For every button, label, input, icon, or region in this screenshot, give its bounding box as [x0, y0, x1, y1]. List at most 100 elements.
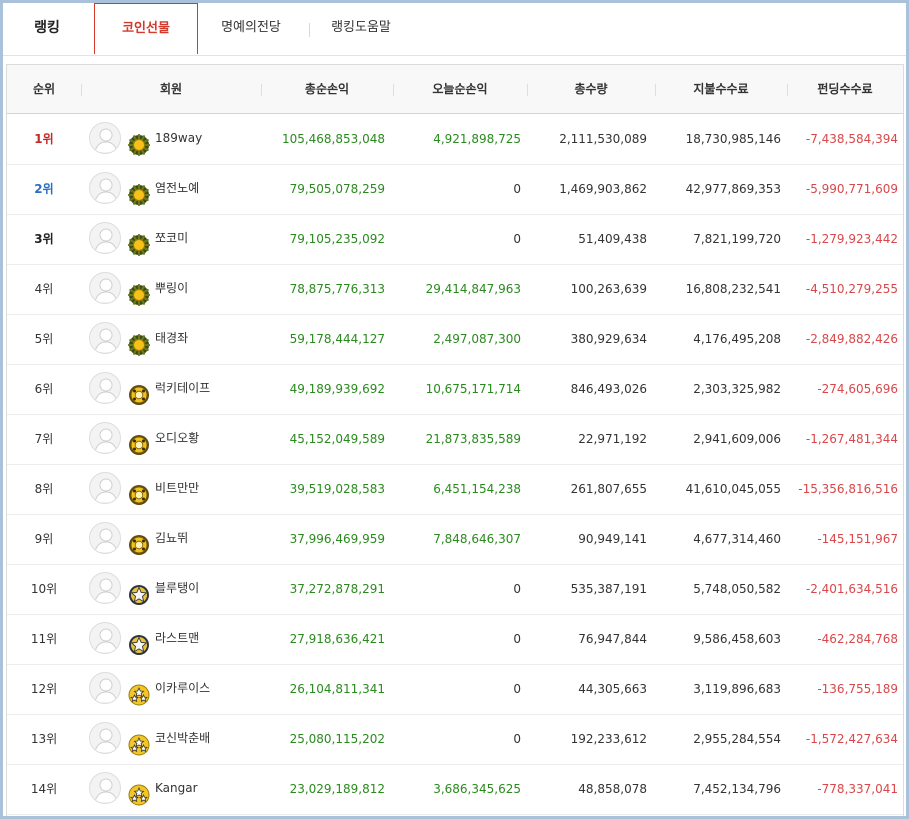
- member-name[interactable]: 189way: [155, 114, 202, 162]
- total-quantity-cell: 535,387,191: [570, 582, 647, 596]
- table-row[interactable]: 8위 비트만만 39,519,028,583 6,451,154,238 261,807…: [7, 464, 903, 515]
- member-cell[interactable]: 오디오황: [89, 414, 269, 464]
- total-pnl-cell: 39,519,028,583: [289, 482, 385, 496]
- avatar-icon: [89, 272, 121, 304]
- fee-paid-cell: 3,119,896,683: [693, 682, 781, 696]
- table-row[interactable]: 2위 염전노예 79,505,078,259 0 1,469,903,862 42,977…: [7, 164, 903, 215]
- rank-cell: 11위: [30, 632, 58, 646]
- member-name[interactable]: 이카루이스: [155, 664, 210, 712]
- member-cell[interactable]: 비트만만: [89, 464, 269, 514]
- table-row[interactable]: 1위 189way 105,468,853,048 4,921,898,725 2,11…: [7, 114, 903, 165]
- member-cell[interactable]: 코신박춘배: [89, 714, 269, 764]
- member-cell[interactable]: 189way: [89, 114, 269, 164]
- rank-cell: 12위: [30, 682, 58, 696]
- table-header: 순위 회원 총순손익 오늘순손익 총수량 지불수수료 펀딩수수료: [7, 65, 903, 114]
- funding-fee-cell: -1,279,923,442: [805, 232, 898, 246]
- total-pnl-cell: 27,918,636,421: [289, 632, 385, 646]
- total-quantity-cell: 100,263,639: [570, 282, 647, 296]
- tab-ranking-help[interactable]: 랭킹도움말: [325, 3, 397, 55]
- avatar-icon: [89, 472, 121, 504]
- avatar-icon: [89, 422, 121, 454]
- fee-paid-cell: 16,808,232,541: [685, 282, 781, 296]
- tab-ranking[interactable]: 랭킹: [27, 3, 67, 55]
- today-pnl-cell: 6,451,154,238: [433, 482, 521, 496]
- rank-cell: 2위: [34, 182, 54, 196]
- total-pnl-cell: 23,029,189,812: [289, 782, 385, 796]
- table-row[interactable]: 11위 라스트맨 27,918,636,421 0 76,947,844 9,586,45…: [7, 614, 903, 665]
- ranking-panel: 랭킹 코인선물 명예의전당 랭킹도움말 순위 회원 총순손익 오늘순손익 총수량…: [0, 0, 909, 819]
- member-name[interactable]: 뿌링이: [155, 264, 188, 312]
- total-quantity-cell: 380,929,634: [570, 332, 647, 346]
- total-quantity-cell: 51,409,438: [578, 232, 647, 246]
- table-row[interactable]: 14위 Kangar 23,029,189,812 3,686,345,625 48,8…: [7, 764, 903, 815]
- triple-star-medal-icon: [128, 677, 150, 706]
- tab-coin-futures[interactable]: 코인선물: [94, 3, 198, 54]
- member-name[interactable]: 태경좌: [155, 314, 188, 362]
- member-cell[interactable]: 블루탱이: [89, 564, 269, 614]
- member-cell[interactable]: 쪼코미: [89, 214, 269, 264]
- funding-fee-cell: -145,151,967: [817, 532, 898, 546]
- member-name[interactable]: 염전노예: [155, 164, 199, 212]
- total-quantity-cell: 1,469,903,862: [559, 182, 647, 196]
- rank-cell: 9위: [34, 532, 54, 546]
- sun-medal-icon: [127, 327, 151, 357]
- table-row[interactable]: 4위 뿌링이 78,875,776,313 29,414,847,963 100,263…: [7, 264, 903, 315]
- table-row[interactable]: 12위 이카루이스 26,104,811,341 0 44,305,663 3,119,8…: [7, 664, 903, 715]
- moon-medal-icon: [128, 527, 150, 555]
- member-cell[interactable]: Kangar: [89, 764, 269, 814]
- member-cell[interactable]: 뿌링이: [89, 264, 269, 314]
- total-pnl-cell: 105,468,853,048: [281, 132, 385, 146]
- member-name[interactable]: 코신박춘배: [155, 714, 210, 762]
- member-name[interactable]: 김뇨뛰: [155, 514, 188, 562]
- total-quantity-cell: 48,858,078: [578, 782, 647, 796]
- member-cell[interactable]: 김뇨뛰: [89, 514, 269, 564]
- column-header-total-quantity: 총수량: [574, 82, 608, 96]
- avatar-icon: [89, 772, 121, 804]
- member-name[interactable]: 오디오황: [155, 414, 199, 462]
- table-row[interactable]: 13위 코신박춘배 25,080,115,202 0 192,233,612 2,955,…: [7, 714, 903, 765]
- table-row[interactable]: 7위 오디오황 45,152,049,589 21,873,835,589 22,971…: [7, 414, 903, 465]
- moon-medal-icon: [128, 427, 150, 455]
- table-row[interactable]: 5위 태경좌 59,178,444,127 2,497,087,300 380,929,…: [7, 314, 903, 365]
- member-name[interactable]: Kangar: [155, 764, 198, 812]
- member-cell[interactable]: 라스트맨: [89, 614, 269, 664]
- member-name[interactable]: 블루탱이: [155, 564, 199, 612]
- column-header-fee-paid: 지불수수료: [693, 82, 749, 96]
- today-pnl-cell: 4,921,898,725: [433, 132, 521, 146]
- fee-paid-cell: 18,730,985,146: [685, 132, 781, 146]
- today-pnl-cell: 7,848,646,307: [433, 532, 521, 546]
- funding-fee-cell: -2,849,882,426: [805, 332, 898, 346]
- moon-medal-icon: [128, 477, 150, 505]
- avatar-icon: [89, 572, 121, 604]
- fee-paid-cell: 7,821,199,720: [693, 232, 781, 246]
- table-row[interactable]: 6위 럭키테이프 49,189,939,692 10,675,171,714 846,4…: [7, 364, 903, 415]
- member-cell[interactable]: 럭키테이프: [89, 364, 269, 414]
- fee-paid-cell: 2,941,609,006: [693, 432, 781, 446]
- total-pnl-cell: 59,178,444,127: [289, 332, 385, 346]
- tab-hall-of-fame[interactable]: 명예의전당: [215, 3, 287, 55]
- member-cell[interactable]: 염전노예: [89, 164, 269, 214]
- table-row[interactable]: 3위 쪼코미 79,105,235,092 0 51,409,438 7,821,199,…: [7, 214, 903, 265]
- rank-cell: 1위: [34, 132, 54, 146]
- member-name[interactable]: 비트만만: [155, 464, 199, 512]
- member-name[interactable]: 라스트맨: [155, 614, 199, 662]
- funding-fee-cell: -462,284,768: [817, 632, 898, 646]
- total-pnl-cell: 45,152,049,589: [289, 432, 385, 446]
- member-name[interactable]: 쪼코미: [155, 214, 188, 262]
- total-pnl-cell: 25,080,115,202: [289, 732, 385, 746]
- fee-paid-cell: 2,955,284,554: [693, 732, 781, 746]
- member-name[interactable]: 럭키테이프: [155, 364, 210, 412]
- star-medal-icon: [128, 627, 150, 655]
- table-row[interactable]: 10위 블루탱이 37,272,878,291 0 535,387,191 5,748,0…: [7, 564, 903, 615]
- fee-paid-cell: 4,677,314,460: [693, 532, 781, 546]
- column-header-funding-fee: 펀딩수수료: [817, 82, 873, 96]
- fee-paid-cell: 9,586,458,603: [693, 632, 781, 646]
- member-cell[interactable]: 태경좌: [89, 314, 269, 364]
- rank-cell: 8위: [34, 482, 54, 496]
- table-row[interactable]: 9위 김뇨뛰 37,996,469,959 7,848,646,307 90,949,1…: [7, 514, 903, 565]
- funding-fee-cell: -5,990,771,609: [805, 182, 898, 196]
- funding-fee-cell: -136,755,189: [817, 682, 898, 696]
- tab-divider: [309, 23, 310, 37]
- member-cell[interactable]: 이카루이스: [89, 664, 269, 714]
- total-quantity-cell: 261,807,655: [570, 482, 647, 496]
